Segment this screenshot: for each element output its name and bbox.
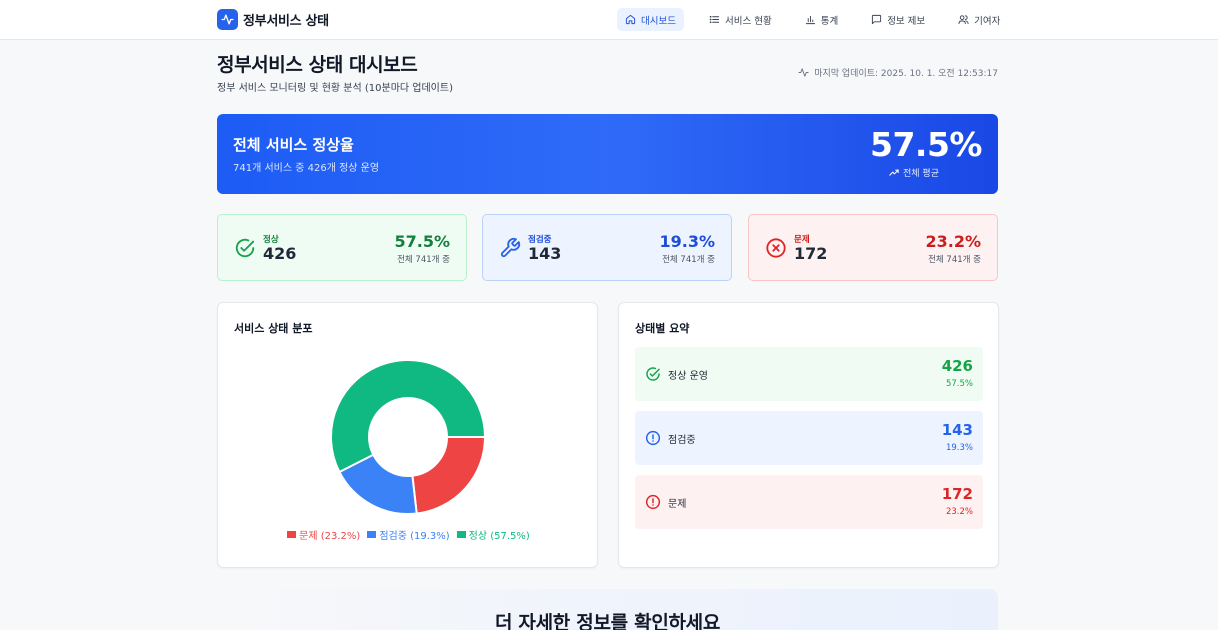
legend-item-normal[interactable]: 정상 (57.5%) xyxy=(456,527,530,542)
stat-count: 172 xyxy=(794,244,828,263)
page-title: 정부서비스 상태 대시보드 xyxy=(217,54,418,76)
x-circle-icon xyxy=(766,238,786,258)
summary-row-normal[interactable]: 정상 운영 426 57.5% xyxy=(635,347,983,401)
stat-percent: 19.3% xyxy=(659,232,715,251)
nav-statistics-label: 통계 xyxy=(820,15,839,27)
check-circle-icon xyxy=(235,238,255,258)
summary-count: 143 xyxy=(941,421,973,439)
legend-label: 문제 (23.2%) xyxy=(299,531,361,542)
hero-percent: 57.5% xyxy=(870,125,983,164)
nav-contributors[interactable]: 기여자 xyxy=(950,8,1008,31)
home-icon xyxy=(625,14,636,25)
cta-section: 더 자세한 정보를 확인하세요 xyxy=(217,589,998,630)
page-subtitle: 정부 서비스 모니터링 및 현황 분석 (10분마다 업데이트) xyxy=(217,83,453,94)
summary-label: 문제 xyxy=(668,499,687,510)
bar-chart-icon xyxy=(805,15,815,25)
nav-report-label: 정보 제보 xyxy=(887,15,926,27)
stat-total: 전체 741개 중 xyxy=(928,255,981,265)
logo[interactable]: 정부서비스 상태 xyxy=(217,9,329,30)
list-icon xyxy=(709,15,720,24)
donut-chart xyxy=(330,359,486,515)
stat-total: 전체 741개 중 xyxy=(397,255,450,265)
hero-average-label: 전체 평균 xyxy=(903,169,939,179)
stat-card-maintenance[interactable]: 점검중 143 19.3% 전체 741개 중 xyxy=(482,214,732,281)
hero-subtitle: 741개 서비스 중 426개 정상 운영 xyxy=(233,163,380,174)
summary-label: 정상 운영 xyxy=(668,371,708,382)
stat-card-normal[interactable]: 정상 426 57.5% 전체 741개 중 xyxy=(217,214,467,281)
main-nav: 대시보드 서비스 현황 통계 정보 제보 기여자 xyxy=(617,8,1025,31)
distribution-panel: 서비스 상태 분포 문제 (23.2%) 점검중 (19.3%) 정상 (57.… xyxy=(217,302,598,568)
nav-dashboard-label: 대시보드 xyxy=(641,15,676,27)
last-update-text: 마지막 업데이트: 2025. 10. 1. 오전 12:53:17 xyxy=(814,69,998,79)
overall-rate-banner: 전체 서비스 정상율 741개 서비스 중 426개 정상 운영 57.5% 전… xyxy=(217,114,998,194)
trending-up-icon xyxy=(889,169,899,176)
logo-text: 정부서비스 상태 xyxy=(243,14,329,29)
nav-contributors-label: 기여자 xyxy=(974,15,1001,27)
last-update: 마지막 업데이트: 2025. 10. 1. 오전 12:53:17 xyxy=(798,66,998,79)
stat-total: 전체 741개 중 xyxy=(662,255,715,265)
summary-title: 상태별 요약 xyxy=(635,322,690,335)
hero-title: 전체 서비스 정상율 xyxy=(233,136,354,154)
nav-service-status[interactable]: 서비스 현황 xyxy=(701,8,780,31)
legend-item-problem[interactable]: 문제 (23.2%) xyxy=(287,527,360,542)
legend-label: 정상 (57.5%) xyxy=(468,531,530,542)
nav-service-status-label: 서비스 현황 xyxy=(724,15,772,27)
check-circle-icon xyxy=(646,367,660,381)
summary-count: 426 xyxy=(941,357,973,375)
stat-count: 143 xyxy=(528,244,562,263)
alert-circle-icon xyxy=(645,494,661,510)
wrench-icon xyxy=(500,237,521,258)
stat-percent: 23.2% xyxy=(925,232,981,251)
nav-dashboard[interactable]: 대시보드 xyxy=(617,8,684,31)
summary-row-maintenance[interactable]: 점검중 143 19.3% xyxy=(635,411,983,465)
summary-row-problem[interactable]: 문제 172 23.2% xyxy=(635,475,983,529)
alert-circle-icon xyxy=(645,430,661,446)
nav-report[interactable]: 정보 제보 xyxy=(863,8,933,31)
summary-label: 점검중 xyxy=(668,435,696,446)
stat-card-problem[interactable]: 문제 172 23.2% 전체 741개 중 xyxy=(748,214,998,281)
activity-logo-icon xyxy=(217,9,238,30)
summary-percent: 23.2% xyxy=(945,507,973,517)
stat-percent: 57.5% xyxy=(394,232,450,251)
stat-count: 426 xyxy=(263,244,297,263)
cta-title: 더 자세한 정보를 확인하세요 xyxy=(494,612,721,630)
message-icon xyxy=(872,14,882,25)
legend-item-maintenance[interactable]: 점검중 (19.3%) xyxy=(367,527,450,542)
distribution-title: 서비스 상태 분포 xyxy=(234,322,313,335)
summary-count: 172 xyxy=(941,485,973,503)
top-navbar: 정부서비스 상태 대시보드 서비스 현황 통계 정보 제보 기여자 xyxy=(0,0,1218,40)
nav-statistics[interactable]: 통계 xyxy=(797,8,846,31)
summary-percent: 19.3% xyxy=(945,443,973,453)
donut-slice-problem[interactable] xyxy=(411,436,486,515)
summary-percent: 57.5% xyxy=(945,379,973,389)
users-icon xyxy=(958,15,969,25)
chart-legend: 문제 (23.2%) 점검중 (19.3%) 정상 (57.5%) xyxy=(218,527,599,542)
activity-icon xyxy=(798,68,809,77)
legend-label: 점검중 (19.3%) xyxy=(379,531,450,542)
hero-average: 전체 평균 xyxy=(889,166,939,179)
summary-panel: 상태별 요약 정상 운영 426 57.5% 점검중 143 19.3% 문제 … xyxy=(618,302,999,568)
